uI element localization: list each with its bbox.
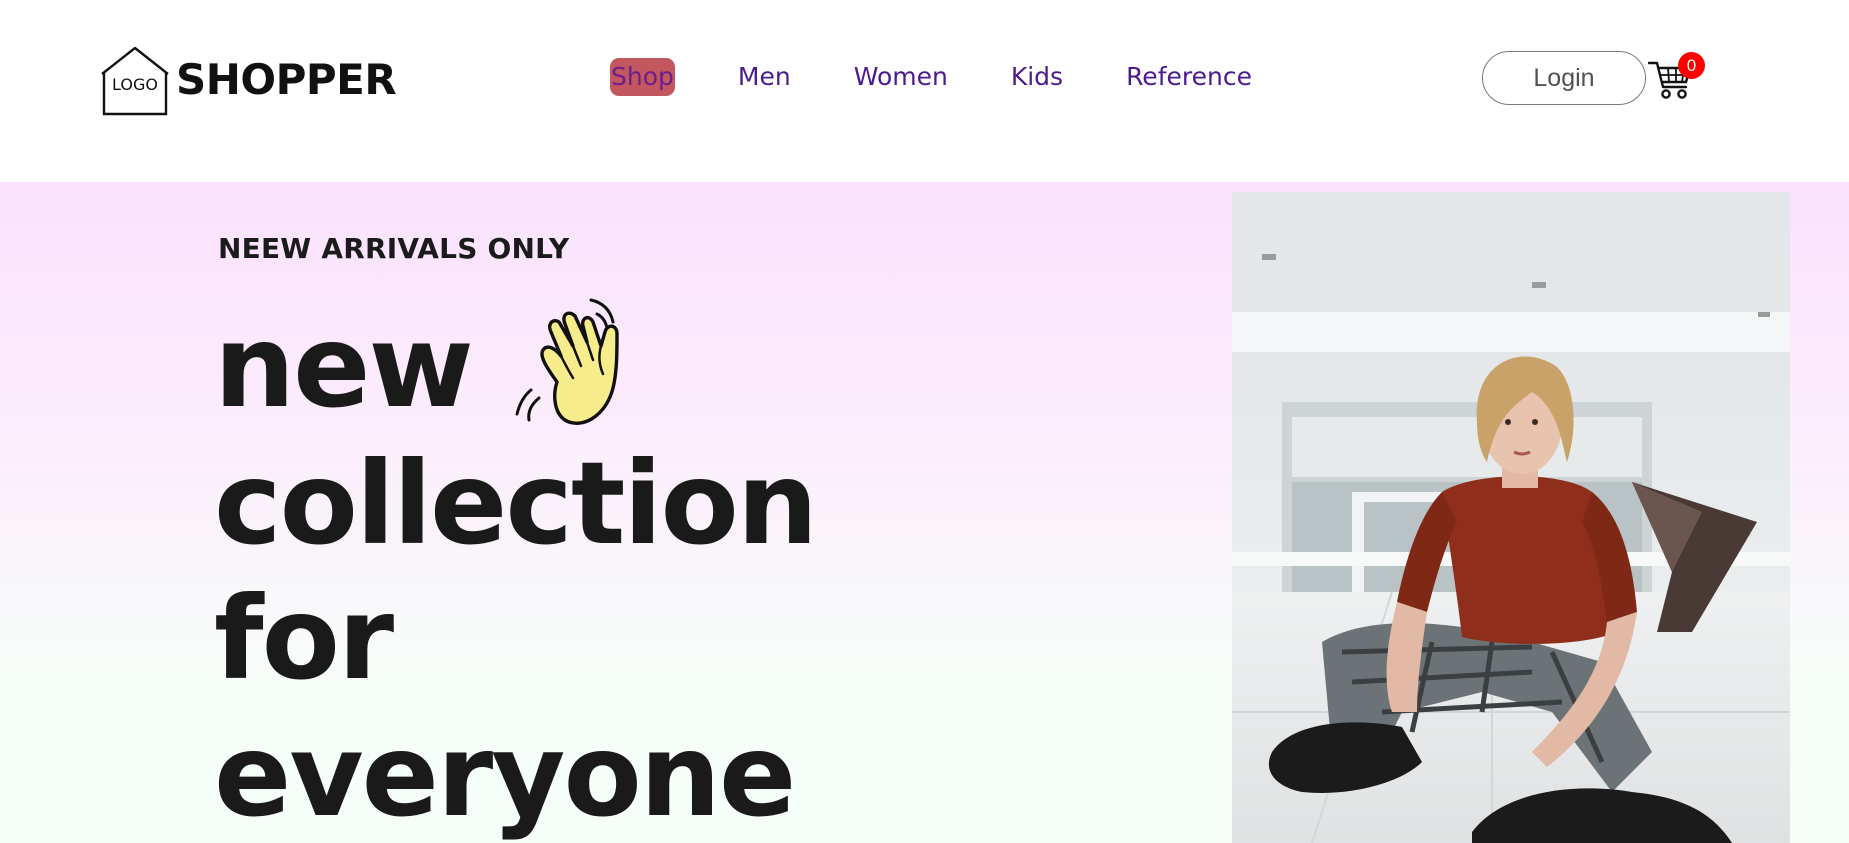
- hero-headline-line-1: new: [214, 300, 474, 433]
- logo-text: LOGO: [112, 75, 158, 94]
- nav-item-kids[interactable]: Kids: [1011, 58, 1063, 96]
- hero-headline-line-3: for: [214, 572, 394, 705]
- hero-tagline: NEEW ARRIVALS ONLY: [218, 232, 570, 265]
- login-button[interactable]: Login: [1482, 51, 1646, 105]
- hero-photo-illustration: [1232, 192, 1790, 843]
- nav-item-women[interactable]: Women: [854, 58, 948, 96]
- hero-model-photo: [1232, 192, 1790, 843]
- logo-house-icon: LOGO: [101, 46, 169, 116]
- nav-item-men[interactable]: Men: [738, 58, 791, 96]
- brand-logo[interactable]: LOGO SHOPPER: [98, 44, 397, 116]
- navbar: LOGO SHOPPER Shop Men Women Kids Referen…: [0, 0, 1849, 182]
- waving-hand-icon: [515, 298, 619, 425]
- brand-name: SHOPPER: [176, 55, 397, 104]
- nav-item-shop[interactable]: Shop: [610, 58, 675, 96]
- nav-item-reference[interactable]: Reference: [1126, 58, 1252, 96]
- hero-headline-line-4: everyone: [214, 709, 796, 842]
- cart-count-badge: 0: [1678, 52, 1705, 79]
- hero-section: NEEW ARRIVALS ONLY new collection for ev…: [0, 182, 1849, 843]
- hero-headline-line-2: collection: [214, 437, 818, 570]
- cart-button[interactable]: 0: [1648, 52, 1705, 102]
- main-nav: Shop Men Women Kids Reference: [610, 58, 1252, 96]
- login-cart: Login 0: [1482, 51, 1705, 105]
